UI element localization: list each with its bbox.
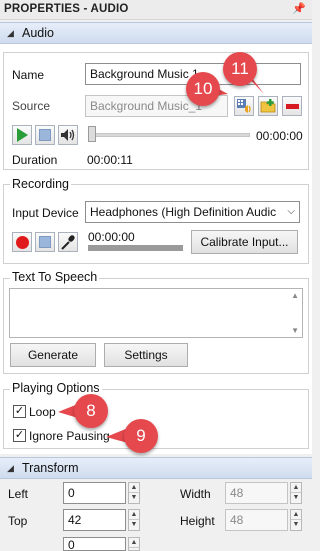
height-spinner[interactable]: ▲ ▼ <box>290 509 302 531</box>
top-input[interactable]: 42 <box>63 509 126 531</box>
width-label: Width <box>180 487 211 501</box>
spin-up-icon[interactable]: ▲ <box>291 483 301 493</box>
spin-down-icon[interactable]: ▼ <box>129 520 139 530</box>
top-label: Top <box>8 514 28 528</box>
spin-down-icon[interactable]: ▼ <box>291 520 301 530</box>
left-label: Left <box>8 487 29 501</box>
spin-up-icon[interactable]: ▲ <box>291 510 301 520</box>
width-input[interactable]: 48 <box>225 482 288 504</box>
callout-badge-11: 11 <box>223 52 257 86</box>
spin-up-icon[interactable]: ▲ <box>129 483 139 493</box>
spin-up-icon[interactable]: ▲ <box>129 510 139 520</box>
height-input[interactable]: 48 <box>225 509 288 531</box>
width-spinner[interactable]: ▲ ▼ <box>290 482 302 504</box>
rotation-spinner[interactable]: ▲ <box>128 537 140 551</box>
transform-section-header[interactable]: ◢ Transform <box>0 457 312 479</box>
transform-section-label: Transform <box>22 461 79 475</box>
callout-badge-8: 8 <box>74 394 108 428</box>
collapse-caret-icon: ◢ <box>7 463 14 473</box>
left-input[interactable]: 0 <box>63 482 126 504</box>
top-spinner[interactable]: ▲ ▼ <box>128 509 140 531</box>
rotation-input[interactable]: 0 <box>63 537 126 551</box>
left-spinner[interactable]: ▲ ▼ <box>128 482 140 504</box>
callout-badge-9: 9 <box>124 419 158 453</box>
spin-down-icon[interactable]: ▼ <box>129 493 139 503</box>
spin-up-icon[interactable]: ▲ <box>129 538 139 548</box>
spin-down-icon[interactable]: ▼ <box>291 493 301 503</box>
callout-badge-10: 10 <box>186 72 220 106</box>
height-label: Height <box>180 514 215 528</box>
